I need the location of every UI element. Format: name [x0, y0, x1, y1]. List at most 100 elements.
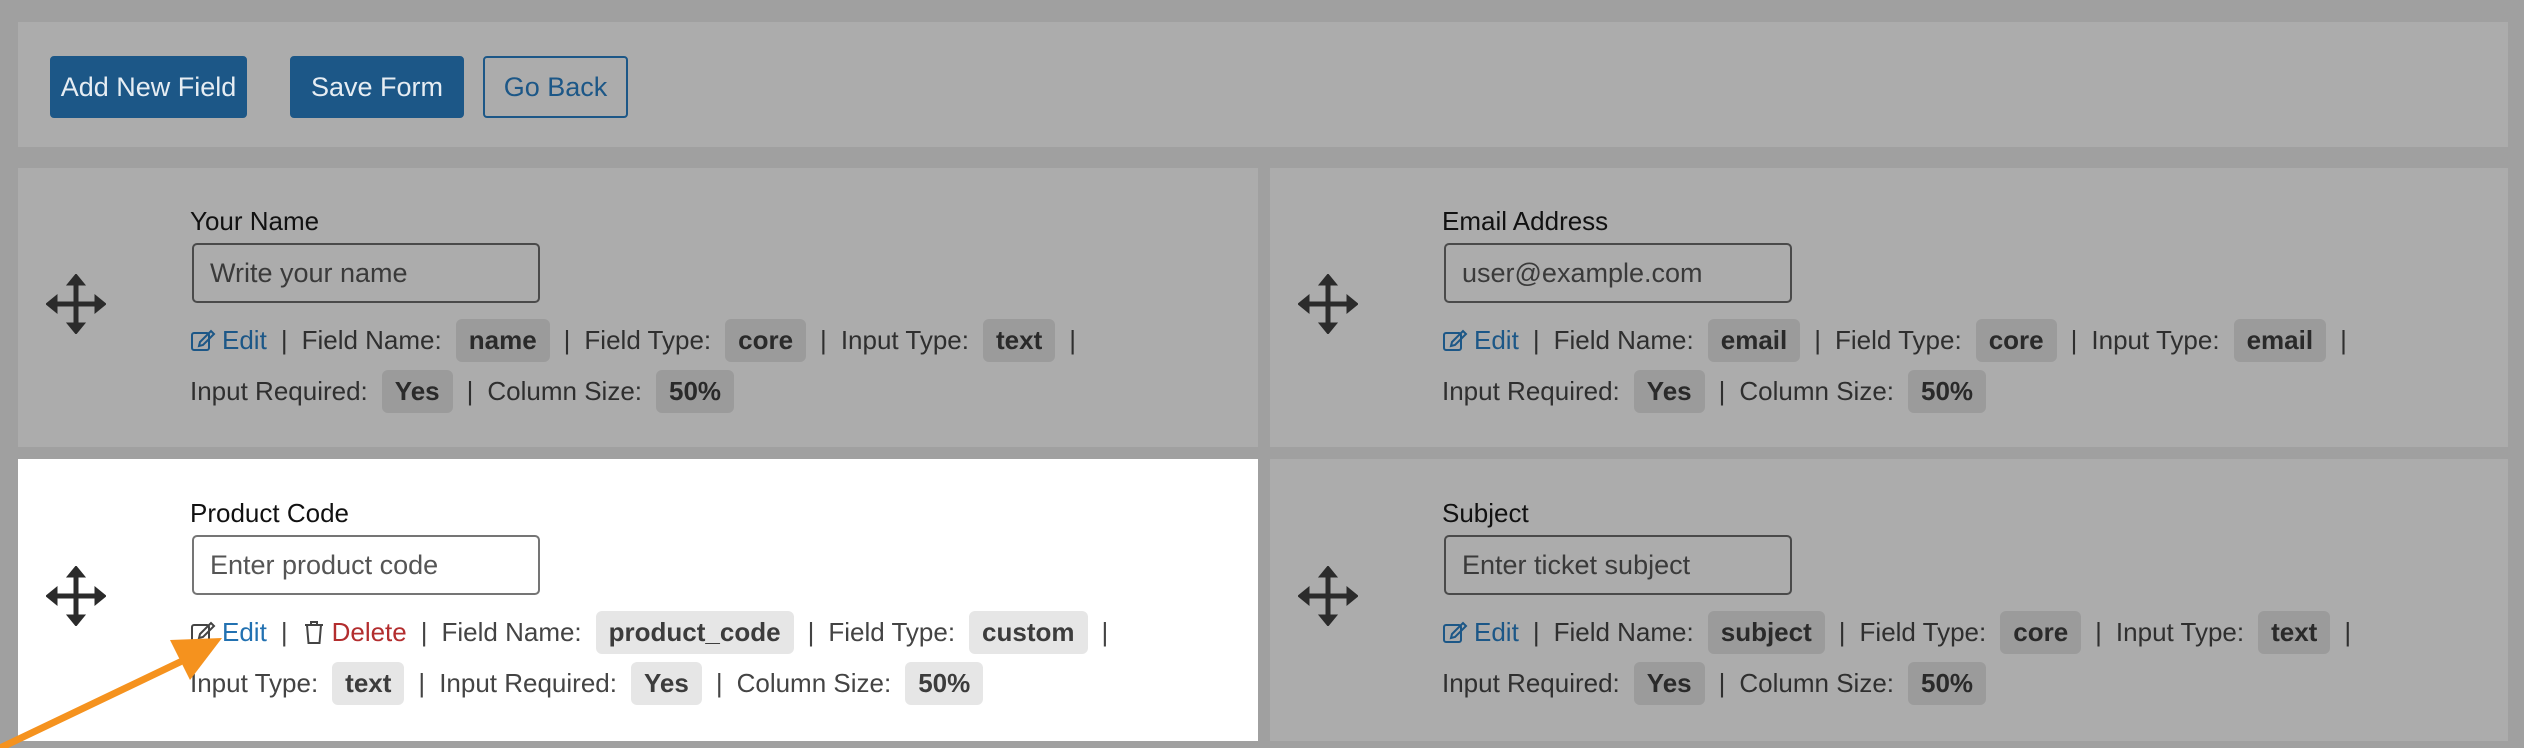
- field-meta-line-2: Input Required: Yes | Column Size: 50%: [190, 367, 735, 415]
- field-name-label: Field Name:: [1553, 616, 1694, 647]
- separator: |: [1838, 616, 1846, 647]
- column-size-badge: 50%: [905, 661, 984, 705]
- field-title: Email Address: [1442, 206, 1609, 236]
- edit-link[interactable]: Edit: [1442, 325, 1519, 356]
- move-arrows-icon[interactable]: [46, 566, 106, 626]
- input-required-badge: Yes: [1633, 369, 1705, 413]
- separator: |: [807, 616, 815, 647]
- separator: |: [2344, 616, 2352, 647]
- separator: |: [1718, 667, 1726, 698]
- field-meta-line-1: Edit | Field Name: email | Field Type: c…: [1442, 316, 2361, 364]
- field-preview-input[interactable]: [1444, 535, 1792, 595]
- column-size-label: Column Size:: [1739, 667, 1895, 698]
- input-required-label: Input Required:: [190, 375, 368, 406]
- field-type-label: Field Type:: [1835, 324, 1962, 355]
- delete-label: Delete: [331, 616, 407, 647]
- field-name-label: Field Name:: [441, 616, 582, 647]
- input-required-label: Input Required:: [1442, 667, 1620, 698]
- input-type-label: Input Type:: [190, 667, 319, 698]
- separator: |: [715, 667, 723, 698]
- field-type-badge: core: [725, 318, 807, 362]
- edit-link[interactable]: Edit: [190, 325, 267, 356]
- column-size-badge: 50%: [1908, 369, 1987, 413]
- pencil-square-icon: [191, 329, 216, 351]
- input-type-label: Input Type:: [2115, 616, 2245, 647]
- move-arrows-icon[interactable]: [1298, 566, 1358, 626]
- edit-link[interactable]: Edit: [1442, 617, 1519, 648]
- input-required-badge: Yes: [1633, 661, 1705, 705]
- save-form-button[interactable]: Save Form: [290, 56, 464, 118]
- field-type-label: Field Type:: [1859, 616, 1987, 647]
- column-size-label: Column Size:: [487, 375, 643, 406]
- field-preview-input[interactable]: [192, 243, 540, 303]
- go-back-button[interactable]: Go Back: [483, 56, 628, 118]
- separator: |: [1101, 616, 1109, 647]
- column-size-label: Column Size:: [736, 667, 892, 698]
- field-title: Your Name: [190, 206, 320, 236]
- field-meta-line-2: Input Type: text | Input Required: Yes |…: [190, 659, 984, 707]
- separator: |: [2095, 616, 2102, 647]
- separator: |: [1814, 324, 1821, 355]
- separator: |: [418, 667, 426, 698]
- field-type-badge: core: [2000, 610, 2082, 654]
- separator: |: [1532, 616, 1540, 647]
- field-name-label: Field Name:: [301, 324, 442, 355]
- separator: |: [1718, 375, 1726, 406]
- field-name-label: Field Name:: [1553, 324, 1694, 355]
- separator: |: [280, 324, 288, 355]
- input-required-label: Input Required:: [439, 667, 617, 698]
- separator: |: [2070, 324, 2078, 355]
- field-type-label: Field Type:: [828, 616, 956, 647]
- edit-label: Edit: [222, 324, 267, 355]
- field-card-subject: Subject Edit | Field Name: subject | Fie…: [1270, 459, 2508, 741]
- field-meta-line-1: Edit | Delete | Field Name: product_code…: [190, 608, 1122, 656]
- delete-link[interactable]: Delete: [302, 617, 407, 648]
- input-type-label: Input Type:: [2091, 324, 2220, 355]
- field-preview-input[interactable]: [192, 535, 540, 595]
- input-type-badge: text: [2258, 610, 2331, 654]
- trash-icon: [304, 621, 323, 644]
- field-type-badge: core: [1975, 318, 2057, 362]
- input-type-label: Input Type:: [840, 324, 969, 355]
- form-toolbar: Add New Field Save Form Go Back: [18, 22, 2508, 147]
- column-size-badge: 50%: [656, 369, 735, 413]
- field-name-badge: email: [1707, 318, 1801, 362]
- field-meta-line-1: Edit | Field Name: name | Field Type: co…: [190, 316, 1090, 364]
- field-name-badge: name: [455, 318, 550, 362]
- separator: |: [1532, 324, 1540, 355]
- input-required-badge: Yes: [630, 661, 702, 705]
- separator: |: [1069, 324, 1076, 355]
- separator: |: [820, 324, 827, 355]
- field-type-badge: custom: [969, 610, 1088, 654]
- field-name-badge: subject: [1707, 610, 1825, 654]
- input-required-badge: Yes: [381, 369, 453, 413]
- field-card-product-code: Product Code Edit | Delete | Field Name:…: [18, 459, 1258, 741]
- edit-link[interactable]: Edit: [190, 617, 267, 648]
- separator: |: [563, 324, 571, 355]
- edit-label: Edit: [1474, 324, 1519, 355]
- column-size-badge: 50%: [1908, 661, 1987, 705]
- move-arrows-icon[interactable]: [1298, 274, 1358, 334]
- column-size-label: Column Size:: [1739, 375, 1895, 406]
- field-title: Product Code: [190, 498, 349, 528]
- field-title: Subject: [1442, 498, 1529, 528]
- move-arrows-icon[interactable]: [46, 274, 106, 334]
- input-type-badge: text: [982, 318, 1056, 362]
- field-type-label: Field Type:: [584, 324, 712, 355]
- edit-label: Edit: [1474, 616, 1519, 647]
- field-card-your-name: Your Name Edit | Field Name: name | Fiel…: [18, 168, 1258, 447]
- pencil-square-icon: [191, 621, 216, 643]
- field-name-badge: product_code: [595, 610, 794, 654]
- separator: |: [2340, 324, 2347, 355]
- field-meta-line-2: Input Required: Yes | Column Size: 50%: [1442, 367, 1987, 415]
- input-type-badge: text: [332, 661, 405, 705]
- pencil-square-icon: [1443, 329, 1468, 351]
- field-meta-line-2: Input Required: Yes | Column Size: 50%: [1442, 659, 1987, 707]
- separator: |: [280, 616, 288, 647]
- add-new-field-button[interactable]: Add New Field: [50, 56, 247, 118]
- field-preview-input[interactable]: [1444, 243, 1792, 303]
- edit-label: Edit: [222, 616, 267, 647]
- field-card-email-address: Email Address Edit | Field Name: email |…: [1270, 168, 2508, 447]
- pencil-square-icon: [1443, 621, 1468, 643]
- separator: |: [466, 375, 474, 406]
